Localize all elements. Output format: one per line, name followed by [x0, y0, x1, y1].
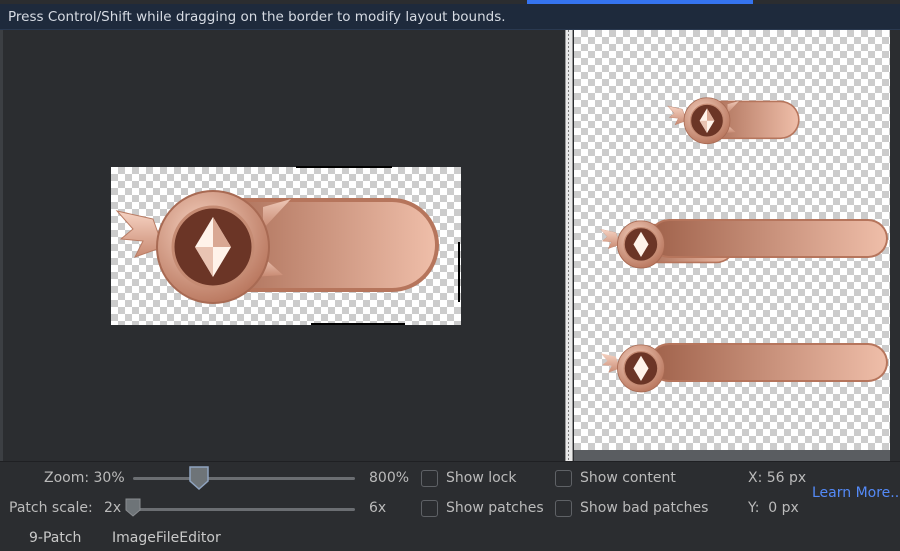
controls-panel: Zoom: 30% 800% Patch scale: 2x 6x Show l… [0, 461, 900, 529]
patch-scale-label: Patch scale: [9, 500, 93, 516]
hint-bar: Press Control/Shift while dragging on th… [0, 4, 900, 30]
tab-nine-patch[interactable]: 9-Patch [29, 530, 81, 546]
show-patches-checkbox[interactable] [421, 500, 438, 517]
show-bad-patches-checkbox[interactable] [555, 500, 572, 517]
show-content-label[interactable]: Show content [580, 470, 676, 486]
show-content-checkbox[interactable] [555, 470, 572, 487]
nine-patch-image[interactable] [111, 167, 461, 325]
preview-gutter [890, 30, 900, 461]
learn-more-link[interactable]: Learn More... [812, 485, 900, 501]
nine-patch-editor-canvas[interactable] [0, 30, 565, 461]
show-bad-patches-label[interactable]: Show bad patches [580, 500, 708, 516]
patch-scale-slider-track[interactable] [133, 508, 355, 511]
content-guide-right[interactable] [458, 242, 460, 302]
zoom-slider-thumb[interactable] [188, 465, 210, 491]
patch-scale-max-label: 6x [369, 500, 387, 516]
content-guide-bottom[interactable] [311, 323, 405, 325]
preview-panel [574, 30, 892, 450]
zoom-label: Zoom: 30% [44, 470, 125, 486]
preview-renderings [600, 97, 888, 393]
preview-splitter[interactable] [565, 30, 573, 461]
badge-image [115, 189, 441, 305]
stretched-badge-wide-2 [600, 343, 888, 393]
patch-scale-slider-thumb[interactable] [124, 497, 144, 519]
show-lock-checkbox[interactable] [421, 470, 438, 487]
stretched-badge-wide [600, 219, 888, 269]
diamond-badge-icon [667, 97, 801, 145]
preview-horizontal-scrollbar[interactable] [574, 450, 890, 461]
patch-scale-min-label: 2x [104, 500, 122, 516]
show-lock-label[interactable]: Show lock [446, 470, 517, 486]
stretch-guide-top[interactable] [296, 166, 392, 168]
zoom-slider-track[interactable] [133, 477, 355, 480]
hint-text: Press Control/Shift while dragging on th… [8, 9, 506, 25]
x-coordinate-readout: X: 56 px [748, 470, 807, 486]
tab-image-file-editor[interactable]: ImageFileEditor [112, 530, 221, 546]
zoom-max-label: 800% [369, 470, 410, 486]
editor-tabs: 9-Patch ImageFileEditor [0, 529, 900, 551]
y-coordinate-readout: Y: 0 px [748, 500, 799, 516]
show-patches-label[interactable]: Show patches [446, 500, 544, 516]
